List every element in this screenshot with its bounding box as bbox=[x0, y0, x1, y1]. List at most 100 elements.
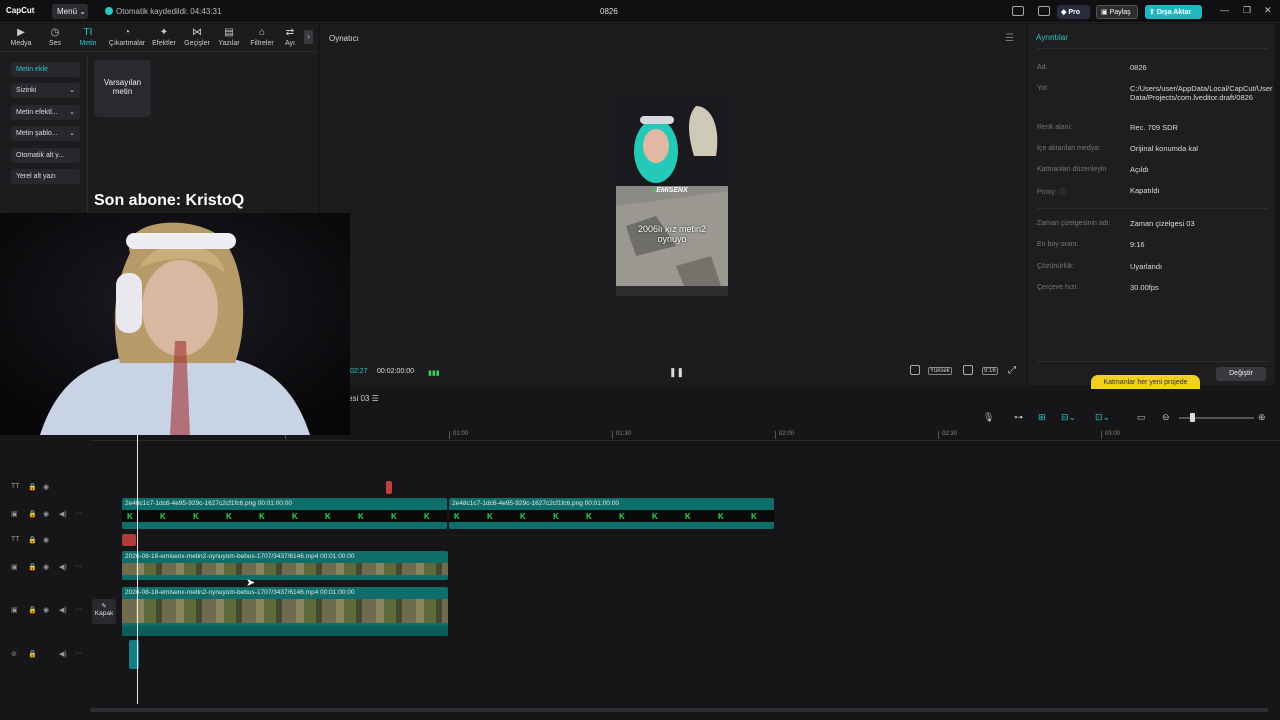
layers-tooltip-button[interactable]: Katmanlar her yeni projede bbox=[1091, 375, 1200, 389]
menu-button[interactable]: Menü ⌄ bbox=[52, 4, 88, 19]
shortcut-icon[interactable] bbox=[1038, 6, 1050, 16]
tab-label: Medya bbox=[10, 40, 32, 47]
ratio-button[interactable]: 9:16 bbox=[982, 367, 998, 375]
caption-tool-icon[interactable]: ▭ bbox=[1137, 412, 1146, 423]
effects-icon: ✦ bbox=[159, 27, 169, 38]
sidebar-item-local-captions[interactable]: Yerel alt yazı bbox=[11, 169, 80, 184]
sidebar-item-yours[interactable]: Sizinki ⌄ bbox=[11, 83, 80, 98]
tabs-scroll-right-icon[interactable]: › bbox=[304, 30, 313, 44]
detail-label-aspect-ratio: En boy oranı: bbox=[1037, 241, 1079, 248]
diamond-icon: ◆ bbox=[1061, 9, 1067, 16]
more-icon[interactable]: ··· bbox=[75, 510, 82, 517]
tab-adjust[interactable]: ⇄ Ayı bbox=[276, 27, 304, 47]
tab-text[interactable]: TI Metin bbox=[71, 27, 105, 47]
ruler-tick: 01:30 bbox=[612, 431, 631, 439]
tab-filters[interactable]: ⌂ Filtreler bbox=[245, 27, 279, 47]
lock-icon[interactable]: 🔒 bbox=[28, 536, 37, 544]
link-icon[interactable]: ⊶ bbox=[1014, 412, 1023, 423]
detail-label-layers: Katmanları düzenleyin bbox=[1037, 166, 1107, 173]
text-clip-marker[interactable] bbox=[386, 481, 392, 494]
share-button[interactable]: ▣ Paylaş bbox=[1096, 5, 1138, 19]
video-clip[interactable]: 2026-08-18-emisenx-metin2-oynuyom-bebus-… bbox=[122, 551, 448, 580]
detail-value-imported-media: Orijinal konumda kal bbox=[1130, 144, 1198, 153]
current-time: 02:27 bbox=[350, 368, 368, 375]
eye-icon[interactable]: ◉ bbox=[43, 606, 49, 614]
preview-axis-icon[interactable]: ⊡⌄ bbox=[1095, 412, 1110, 423]
speaker-icon[interactable]: ◀) bbox=[59, 606, 67, 614]
player-menu-icon[interactable]: ☰ bbox=[1005, 33, 1014, 44]
sidebar-item-auto-captions[interactable]: Otomatik alt y... bbox=[11, 148, 80, 163]
sidebar-item-label: Metin şablo... bbox=[16, 130, 58, 137]
pause-icon[interactable]: ❚❚ bbox=[669, 367, 684, 378]
lock-icon[interactable]: 🔒 bbox=[28, 650, 37, 658]
png-clip[interactable]: 2e48c1c7-1dc6-4e95-929c-1627c2cf1fc6.png… bbox=[122, 498, 447, 529]
autosave-check-icon bbox=[105, 7, 113, 15]
detail-label-color-space: Renk alanı: bbox=[1037, 124, 1073, 131]
microphone-icon[interactable]: 🎙 bbox=[983, 412, 994, 423]
cover-button[interactable]: ✎ Kapak bbox=[92, 599, 116, 624]
pro-button[interactable]: ◆ Pro bbox=[1057, 5, 1090, 19]
tab-effects[interactable]: ✦ Efektler bbox=[147, 27, 181, 47]
audio-track-icon: ⊘ bbox=[11, 651, 17, 658]
sidebar-item-text-effects[interactable]: Metin efektl... ⌄ bbox=[11, 105, 80, 120]
zoom-slider-knob[interactable] bbox=[1190, 413, 1195, 422]
window-title: 0826 bbox=[600, 7, 618, 16]
divider bbox=[1037, 361, 1269, 362]
tab-audio[interactable]: ◷ Ses bbox=[38, 27, 72, 47]
export-button[interactable]: ⇪ Dışa Aktar bbox=[1145, 5, 1202, 19]
zoom-in-icon[interactable]: ⊕ bbox=[1258, 412, 1266, 423]
playhead[interactable] bbox=[137, 432, 138, 704]
more-icon[interactable]: ··· bbox=[75, 606, 82, 613]
video-clip[interactable]: 2026-08-18-emisenx-metin2-oynuyom-bebus-… bbox=[122, 587, 448, 636]
speaker-icon[interactable]: ◀) bbox=[59, 563, 67, 571]
detail-value-name: 0826 bbox=[1130, 63, 1147, 72]
tab-media[interactable]: ▶ Medya bbox=[4, 27, 38, 47]
lock-icon[interactable]: 🔒 bbox=[28, 563, 37, 571]
snap-icon[interactable]: ⊟⌄ bbox=[1061, 412, 1076, 423]
pro-label: Pro bbox=[1068, 9, 1081, 16]
speaker-icon[interactable]: ◀) bbox=[59, 510, 67, 518]
magnet-icon[interactable]: ⊞ bbox=[1038, 412, 1046, 423]
change-button[interactable]: Değiştir bbox=[1216, 367, 1266, 381]
text-clip[interactable] bbox=[122, 534, 136, 546]
chevron-down-icon: ⌄ bbox=[69, 87, 75, 94]
timeline-horizontal-scrollbar[interactable] bbox=[90, 708, 1268, 712]
eye-icon[interactable]: ◉ bbox=[43, 483, 49, 491]
sidebar-item-text-templates[interactable]: Metin şablo... ⌄ bbox=[11, 126, 80, 141]
png-clip[interactable]: 2e48c1c7-1dc6-4e95-929c-1627c2cf1fc6.png… bbox=[449, 498, 774, 529]
eye-icon[interactable]: ◉ bbox=[43, 510, 49, 518]
crop-icon[interactable] bbox=[910, 365, 920, 375]
fullscreen-icon[interactable]: ⤢ bbox=[1008, 365, 1016, 376]
fit-icon[interactable] bbox=[963, 365, 973, 375]
tab-transitions[interactable]: ⋈ Geçişler bbox=[180, 27, 214, 47]
more-icon[interactable]: ··· bbox=[75, 650, 82, 657]
timeline-tab[interactable]: esi 03 ☰ bbox=[348, 394, 379, 403]
tab-captions[interactable]: ▤ Yazılar bbox=[212, 27, 246, 47]
webcam-image bbox=[0, 213, 350, 435]
left-panel: ▶ Medya ◷ Ses TI Metin ◔ Çıkartmalar ✦ Efektl… bbox=[0, 24, 318, 219]
eye-icon[interactable]: ◉ bbox=[43, 563, 49, 571]
lock-icon[interactable]: 🔒 bbox=[28, 606, 37, 614]
waveform-icon[interactable]: ▮▮▮ bbox=[428, 369, 440, 377]
minimize-icon[interactable]: — bbox=[1220, 5, 1229, 15]
player-preview[interactable]: ●EMISENX 2006lı kız metin2 oynuyo bbox=[616, 96, 728, 296]
eye-icon[interactable]: ◉ bbox=[43, 536, 49, 544]
tab-stickers[interactable]: ◔ Çıkartmalar bbox=[108, 27, 146, 47]
details-panel: Ayrıntılar Ad: 0826 Yol: C:/Users/user/A… bbox=[1028, 24, 1274, 389]
keyframe-icon: K bbox=[487, 512, 493, 521]
keyframe-icon: K bbox=[424, 512, 430, 521]
speaker-icon[interactable]: ◀) bbox=[59, 650, 67, 658]
default-text-card[interactable]: Varsayılan metin bbox=[94, 60, 151, 117]
layout-icon[interactable] bbox=[1012, 6, 1024, 16]
zoom-out-icon[interactable]: ⊖ bbox=[1162, 412, 1170, 423]
more-icon[interactable]: ··· bbox=[75, 563, 82, 570]
text-sidebar: Metin ekle Sizinki ⌄ Metin efektl... ⌄ Met… bbox=[0, 54, 88, 219]
lock-icon[interactable]: 🔒 bbox=[28, 510, 37, 518]
keyframe-icon: K bbox=[292, 512, 298, 521]
restore-icon[interactable]: ❐ bbox=[1243, 5, 1251, 16]
close-icon[interactable]: ✕ bbox=[1264, 5, 1272, 16]
sidebar-item-add-text[interactable]: Metin ekle bbox=[11, 62, 80, 77]
lock-icon[interactable]: 🔒 bbox=[28, 483, 37, 491]
quality-button[interactable]: Yüksek bbox=[928, 367, 952, 375]
keyframe-icon: K bbox=[454, 512, 460, 521]
